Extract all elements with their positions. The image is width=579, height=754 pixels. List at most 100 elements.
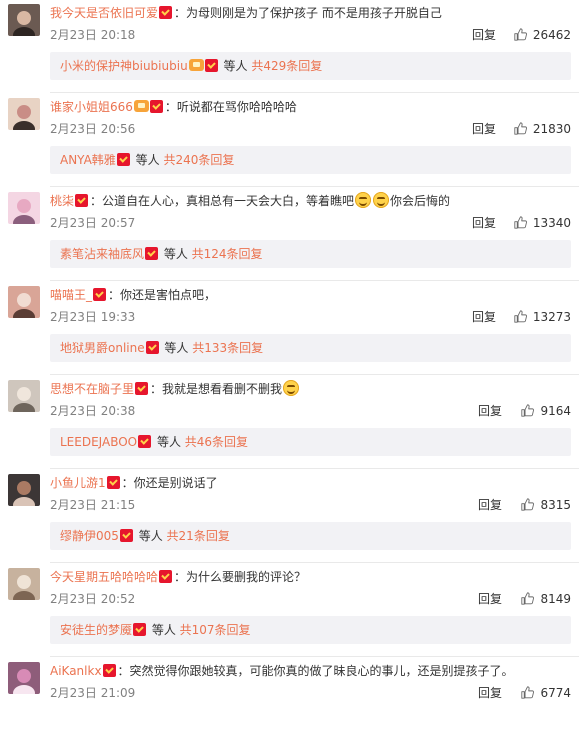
divider bbox=[50, 92, 579, 93]
divider bbox=[50, 468, 579, 469]
sub-reply-username[interactable]: 地狱男爵online bbox=[60, 341, 145, 355]
sub-reply-username[interactable]: 小米的保护神biubiubiu bbox=[60, 59, 188, 73]
sub-reply-count-link[interactable]: 共240条回复 bbox=[163, 153, 234, 167]
red-badge-icon bbox=[159, 6, 173, 19]
avatar[interactable] bbox=[8, 380, 40, 412]
comment-item: 桃柒 ：公道自在人心，真相总有一天会大白，等着瞧吧 你会后悔的 2月23日 20:57… bbox=[0, 190, 579, 284]
username-link[interactable]: AiKanlkx bbox=[50, 664, 102, 678]
sub-reply-username[interactable]: 缪静伊005 bbox=[60, 529, 119, 543]
sub-reply-count-link[interactable]: 共21条回复 bbox=[167, 529, 230, 543]
comment-text: ：你还是害怕点吧， bbox=[108, 288, 217, 302]
comment-text: ：为母则刚是为了保护孩子 而不是用孩子开脱自己 bbox=[174, 6, 442, 20]
comment-content: 谁家小姐姐666 ：听说都在骂你哈哈哈哈 bbox=[50, 98, 571, 116]
sub-replies-bar[interactable]: 地狱男爵online 等人 共133条回复 bbox=[50, 334, 571, 362]
sub-replies-bar[interactable]: 缪静伊005 等人 共21条回复 bbox=[50, 522, 571, 550]
like-button[interactable]: 26462 bbox=[514, 26, 571, 44]
like-button[interactable]: 13340 bbox=[514, 214, 571, 232]
red-badge-icon bbox=[116, 153, 130, 166]
reply-button[interactable]: 回复 bbox=[478, 684, 502, 702]
reply-button[interactable]: 回复 bbox=[478, 402, 502, 420]
username-link[interactable]: 今天星期五哈哈哈哈 bbox=[50, 570, 158, 584]
comment-item: 谁家小姐姐666 ：听说都在骂你哈哈哈哈 2月23日 20:56 回复 21830 ANY… bbox=[0, 96, 579, 190]
comment-text: ：你还是别说话了 bbox=[121, 476, 218, 490]
comment-item: 今天星期五哈哈哈哈 ：为什么要删我的评论？ 2月23日 20:52 回复 8149 安徒生… bbox=[0, 566, 579, 660]
sub-replies-bar[interactable]: 小米的保护神biubiubiu 等人 共429条回复 bbox=[50, 52, 571, 80]
comment-item: 思想不在脑子里 ：我就是想看看删不删我 2月23日 20:38 回复 9164 LEEDE… bbox=[0, 378, 579, 472]
like-button[interactable]: 8149 bbox=[521, 590, 571, 608]
sub-replies-bar[interactable]: 素笔沾来袖底风 等人 共124条回复 bbox=[50, 240, 571, 268]
thumbs-up-icon[interactable] bbox=[514, 122, 527, 135]
sub-replies-bar[interactable]: LEEDEJABOO 等人 共46条回复 bbox=[50, 428, 571, 456]
avatar[interactable] bbox=[8, 4, 40, 36]
sub-reply-username[interactable]: 安徒生的梦魇 bbox=[60, 623, 132, 637]
divider bbox=[50, 374, 579, 375]
username-link[interactable]: 小鱼儿游1 bbox=[50, 476, 106, 490]
avatar[interactable] bbox=[8, 286, 40, 318]
timestamp: 2月23日 20:38 bbox=[50, 404, 136, 418]
like-count: 6774 bbox=[540, 686, 571, 700]
red-badge-icon bbox=[75, 194, 89, 207]
comment-text: ：公道自在人心，真相总有一天会大白，等着瞧吧 bbox=[90, 194, 355, 208]
thumbs-up-icon[interactable] bbox=[521, 686, 535, 699]
username-link[interactable]: 思想不在脑子里 bbox=[50, 382, 134, 396]
sub-reply-username[interactable]: 素笔沾来袖底风 bbox=[60, 247, 144, 261]
reply-button[interactable]: 回复 bbox=[478, 590, 502, 608]
sub-reply-username[interactable]: ANYA韩雅 bbox=[60, 153, 116, 167]
sub-reply-count-link[interactable]: 共429条回复 bbox=[251, 59, 322, 73]
sub-reply-username[interactable]: LEEDEJABOO bbox=[60, 435, 137, 449]
like-button[interactable]: 6774 bbox=[521, 684, 571, 702]
username-link[interactable]: 我今天是否依旧可爱 bbox=[50, 6, 158, 20]
comment-text: ：我就是想看看删不删我 bbox=[150, 382, 283, 396]
thumbs-up-icon[interactable] bbox=[514, 310, 527, 323]
avatar[interactable] bbox=[8, 568, 40, 600]
username-link[interactable]: 喵喵王_ bbox=[50, 288, 92, 302]
sub-reply-count-link[interactable]: 共133条回复 bbox=[192, 341, 263, 355]
like-button[interactable]: 21830 bbox=[514, 120, 571, 138]
sub-replies-bar[interactable]: ANYA韩雅 等人 共240条回复 bbox=[50, 146, 571, 174]
comment-text: ：突然觉得你跟她较真，可能你真的做了昧良心的事儿，还是别提孩子了。 bbox=[117, 664, 514, 678]
timestamp: 2月23日 20:57 bbox=[50, 216, 136, 230]
sub-reply-count-link[interactable]: 共46条回复 bbox=[185, 435, 248, 449]
reply-button[interactable]: 回复 bbox=[478, 496, 502, 514]
red-badge-icon bbox=[145, 341, 159, 354]
comment-meta: 2月23日 20:57 回复 13340 bbox=[50, 214, 571, 232]
thumbs-up-icon[interactable] bbox=[514, 28, 527, 41]
like-button[interactable]: 13273 bbox=[514, 308, 571, 326]
comment-content: 今天星期五哈哈哈哈 ：为什么要删我的评论？ bbox=[50, 568, 571, 586]
red-badge-icon bbox=[119, 529, 133, 542]
username-link[interactable]: 谁家小姐姐666 bbox=[50, 100, 133, 114]
comment-meta: 2月23日 20:18 回复 26462 bbox=[50, 26, 571, 44]
timestamp: 2月23日 20:56 bbox=[50, 122, 136, 136]
sub-reply-count-link[interactable]: 共124条回复 bbox=[192, 247, 263, 261]
sub-reply-mid-text: 等人 bbox=[160, 341, 193, 355]
avatar[interactable] bbox=[8, 662, 40, 694]
red-badge-icon bbox=[149, 100, 163, 113]
sub-reply-mid-text: 等人 bbox=[160, 247, 192, 261]
avatar[interactable] bbox=[8, 474, 40, 506]
thumbs-up-icon[interactable] bbox=[521, 498, 535, 511]
sub-reply-count-link[interactable]: 共107条回复 bbox=[180, 623, 251, 637]
thumbs-up-icon[interactable] bbox=[521, 404, 535, 417]
avatar[interactable] bbox=[8, 192, 40, 224]
smile-emoji-icon bbox=[355, 192, 372, 208]
divider bbox=[50, 186, 579, 187]
like-button[interactable]: 8315 bbox=[521, 496, 571, 514]
comment-text: ：听说都在骂你哈哈哈哈 bbox=[164, 100, 297, 114]
avatar[interactable] bbox=[8, 98, 40, 130]
reply-button[interactable]: 回复 bbox=[472, 308, 496, 326]
sub-replies-bar[interactable]: 安徒生的梦魇 等人 共107条回复 bbox=[50, 616, 571, 644]
username-link[interactable]: 桃柒 bbox=[50, 194, 74, 208]
thumbs-up-icon[interactable] bbox=[514, 216, 527, 229]
vip-crown-icon bbox=[133, 100, 149, 112]
comment-item: 小鱼儿游1 ：你还是别说话了 2月23日 21:15 回复 8315 缪静伊005 等人 … bbox=[0, 472, 579, 566]
reply-button[interactable]: 回复 bbox=[472, 120, 496, 138]
thumbs-up-icon[interactable] bbox=[521, 592, 535, 605]
comment-item: 我今天是否依旧可爱 ：为母则刚是为了保护孩子 而不是用孩子开脱自己 2月23日 20… bbox=[0, 2, 579, 96]
like-count: 26462 bbox=[532, 28, 571, 42]
timestamp: 2月23日 20:18 bbox=[50, 28, 136, 42]
red-badge-icon bbox=[102, 664, 116, 677]
reply-button[interactable]: 回复 bbox=[472, 214, 496, 232]
reply-button[interactable]: 回复 bbox=[472, 26, 496, 44]
like-button[interactable]: 9164 bbox=[521, 402, 571, 420]
comment-content: 小鱼儿游1 ：你还是别说话了 bbox=[50, 474, 571, 492]
